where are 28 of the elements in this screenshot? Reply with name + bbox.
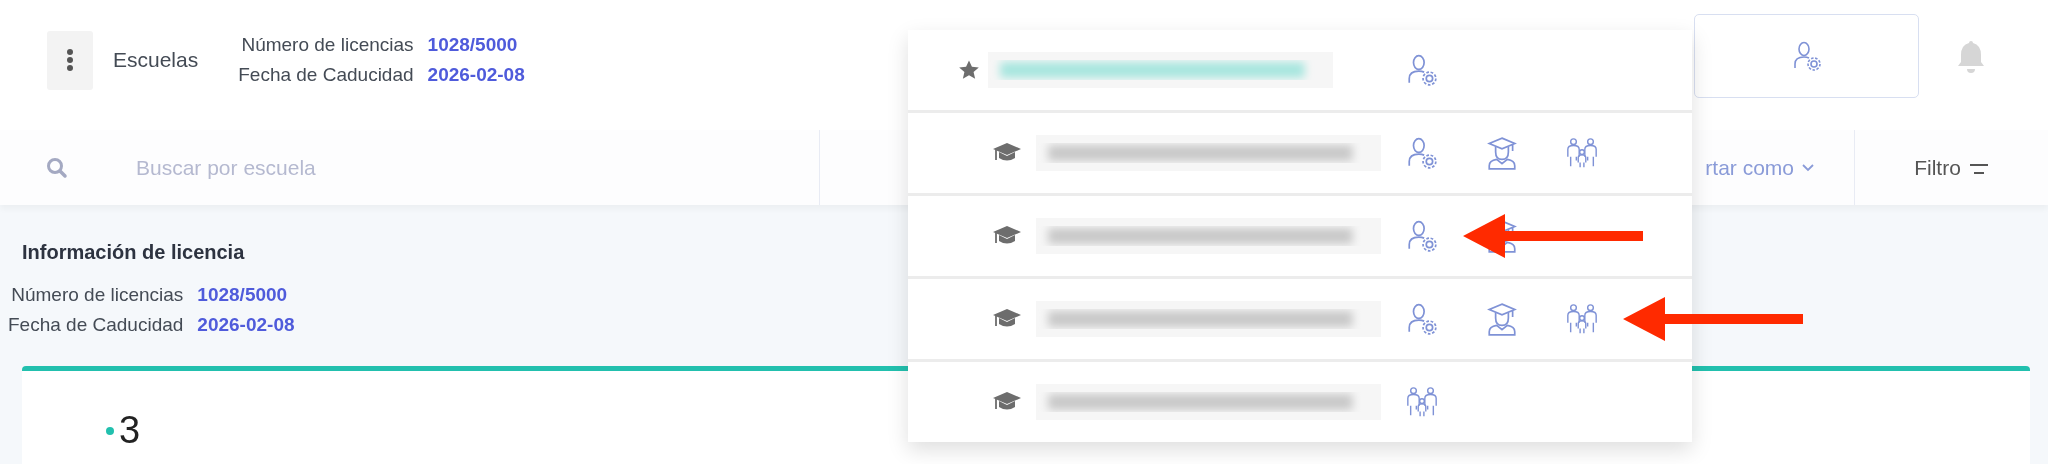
star-icon (958, 59, 980, 81)
license-value: 1028/5000 (427, 34, 519, 56)
license-value: 1028/5000 (197, 284, 289, 306)
chevron-down-icon (1802, 163, 1814, 172)
search-field[interactable]: Buscar por escuela (136, 151, 636, 184)
more-icon (66, 49, 74, 71)
family-icon[interactable] (1565, 302, 1599, 336)
bullet-dot-icon (106, 426, 114, 435)
license-label: Número de licencias (241, 34, 414, 56)
page-title: Escuelas (113, 48, 199, 72)
license-value: 2026-02-08 (197, 314, 296, 336)
family-icon[interactable] (1565, 136, 1599, 170)
license-label: Número de licencias (11, 284, 184, 306)
license-label: Fecha de Caducidad (238, 64, 414, 86)
menu-button[interactable] (47, 30, 93, 90)
user-gear-icon[interactable] (1405, 302, 1439, 336)
user-gear-icon[interactable] (1405, 136, 1439, 170)
search-icon (46, 156, 68, 179)
license-label: Fecha de Caducidad (8, 314, 184, 336)
graduate-icon[interactable] (1485, 136, 1519, 170)
family-icon[interactable] (1405, 385, 1439, 419)
license-value: 2026-02-08 (427, 64, 526, 86)
section-title: Información de licencia (22, 241, 246, 264)
filter-button[interactable]: Filtro (1914, 155, 1989, 180)
graduate-icon[interactable] (1485, 302, 1519, 336)
user-gear-icon[interactable] (1405, 219, 1439, 253)
count-value: 3 (119, 409, 141, 452)
user-gear-icon[interactable] (1405, 53, 1439, 87)
